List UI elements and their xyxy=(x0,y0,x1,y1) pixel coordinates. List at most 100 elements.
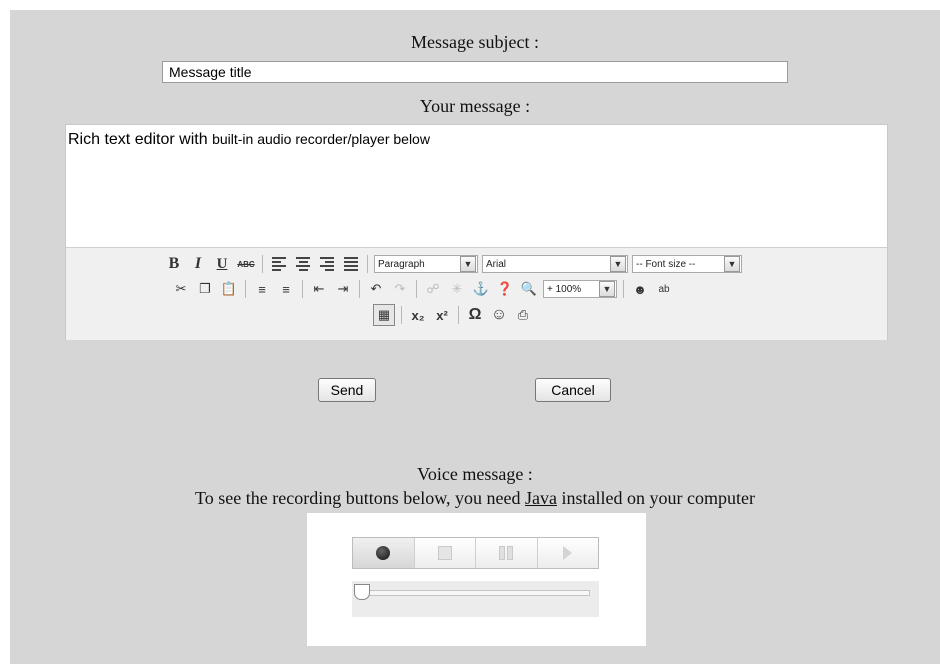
play-icon xyxy=(563,546,573,560)
font-size-select[interactable]: -- Font size -- ▼ xyxy=(632,255,742,273)
toolbar-row-2: ✂ ❐ 📋 ≡ ≡ ⇤ ⇥ ↶ ↷ ☍ ✳ ⚓ ❓ 🔍 + 100% ▼ ☻ a… xyxy=(169,278,676,300)
voice-note-after: installed on your computer xyxy=(557,488,755,508)
spellcheck-button[interactable]: ab xyxy=(654,279,674,299)
voice-java-note: To see the recording buttons below, you … xyxy=(10,488,940,509)
recorder-controls xyxy=(352,537,599,569)
bullet-list-icon: ≡ xyxy=(258,281,266,297)
font-size-select-value: -- Font size -- xyxy=(636,258,696,270)
playback-slider-handle[interactable] xyxy=(354,584,370,600)
zoom-select-value: + 100% xyxy=(547,283,582,295)
align-right-icon xyxy=(320,257,334,271)
link-icon: ☍ xyxy=(426,281,440,296)
voice-message-title: Voice message : xyxy=(417,464,533,484)
voice-note-before: To see the recording buttons below, you … xyxy=(195,488,526,508)
pause-icon xyxy=(499,546,514,560)
editor-text-large: Rich text editor with xyxy=(68,131,213,148)
preview-icon: 🔍 xyxy=(520,281,538,296)
spellcheck-label: ab xyxy=(658,283,670,295)
chevron-down-icon: ▼ xyxy=(610,256,626,272)
playback-track[interactable] xyxy=(360,590,590,596)
unlink-icon: ✳ xyxy=(451,281,463,296)
table-icon: ▦ xyxy=(377,307,391,322)
message-label: Your message : xyxy=(419,96,531,116)
numbered-list-icon: ≡ xyxy=(282,281,290,297)
outdent-button[interactable]: ⇤ xyxy=(309,279,329,299)
align-right-button[interactable] xyxy=(317,254,337,274)
justify-button[interactable] xyxy=(341,254,361,274)
link-button[interactable]: ☍ xyxy=(423,279,443,299)
special-char-button[interactable]: Ω xyxy=(465,305,485,325)
cut-button[interactable]: ✂ xyxy=(171,279,191,299)
stop-button[interactable] xyxy=(414,538,476,568)
numbered-list-button[interactable]: ≡ xyxy=(276,279,296,299)
paste-button[interactable]: 📋 xyxy=(219,279,239,299)
chevron-down-icon: ▼ xyxy=(724,256,740,272)
print-button[interactable]: ⎙ xyxy=(513,305,533,325)
play-button[interactable] xyxy=(537,538,598,568)
paste-icon: 📋 xyxy=(220,281,238,296)
toolbar-separator xyxy=(367,255,368,273)
toolbar-separator xyxy=(245,280,246,298)
toolbar-separator xyxy=(623,280,624,298)
compose-panel: Message subject : Message title Your mes… xyxy=(10,10,940,664)
align-left-button[interactable] xyxy=(269,254,289,274)
indent-icon: ⇥ xyxy=(337,281,349,296)
emotions-button[interactable]: ☻ xyxy=(630,279,650,299)
outdent-icon: ⇤ xyxy=(313,281,325,296)
align-center-button[interactable] xyxy=(293,254,313,274)
indent-button[interactable]: ⇥ xyxy=(333,279,353,299)
java-link[interactable]: Java xyxy=(525,488,557,508)
superscript-button[interactable]: x² xyxy=(432,305,452,325)
anchor-button[interactable]: ⚓ xyxy=(471,279,491,299)
strikethrough-button[interactable]: ABC xyxy=(236,254,256,274)
subject-label: Message subject : xyxy=(411,32,539,52)
cut-icon: ✂ xyxy=(175,281,187,296)
playback-slider-area xyxy=(352,581,599,617)
toolbar-row-3: ▦ x₂ x² Ω ☺ ⎙ xyxy=(371,304,535,326)
editor-toolbar: B I U ABC Paragraph ▼ Arial ▼ -- Font si… xyxy=(66,247,887,340)
undo-button[interactable]: ↶ xyxy=(366,279,386,299)
editor-text-small: built-in audio recorder/player below xyxy=(212,131,430,147)
unlink-button[interactable]: ✳ xyxy=(447,279,467,299)
copy-button[interactable]: ❐ xyxy=(195,279,215,299)
underline-button[interactable]: U xyxy=(212,254,232,274)
justify-icon xyxy=(344,257,358,271)
subscript-button[interactable]: x₂ xyxy=(408,305,428,325)
stop-icon xyxy=(437,546,452,560)
cancel-button[interactable]: Cancel xyxy=(535,378,611,402)
help-button[interactable]: ❓ xyxy=(495,279,515,299)
italic-button[interactable]: I xyxy=(188,254,208,274)
copy-icon: ❐ xyxy=(199,281,211,296)
anchor-icon: ⚓ xyxy=(472,281,490,296)
undo-icon: ↶ xyxy=(370,281,382,296)
preview-button[interactable]: 🔍 xyxy=(519,279,539,299)
editor-content-area[interactable]: Rich text editor with built-in audio rec… xyxy=(66,125,887,247)
audio-recorder xyxy=(307,513,646,646)
table-button[interactable]: ▦ xyxy=(373,304,395,326)
format-select[interactable]: Paragraph ▼ xyxy=(374,255,478,273)
chevron-down-icon: ▼ xyxy=(599,281,615,297)
rich-text-editor: Rich text editor with built-in audio rec… xyxy=(65,124,888,340)
pause-button[interactable] xyxy=(476,538,538,568)
toolbar-separator xyxy=(416,280,417,298)
emotions-icon: ☻ xyxy=(633,281,647,297)
bold-button[interactable]: B xyxy=(164,254,184,274)
bullet-list-button[interactable]: ≡ xyxy=(252,279,272,299)
toolbar-separator xyxy=(401,306,402,324)
toolbar-separator xyxy=(262,255,263,273)
send-button[interactable]: Send xyxy=(318,378,376,402)
font-select[interactable]: Arial ▼ xyxy=(482,255,628,273)
format-select-value: Paragraph xyxy=(378,258,425,270)
subject-input[interactable]: Message title xyxy=(162,61,788,83)
font-select-value: Arial xyxy=(486,258,507,270)
toolbar-separator xyxy=(458,306,459,324)
help-icon: ❓ xyxy=(496,281,514,296)
zoom-select[interactable]: + 100% ▼ xyxy=(543,280,617,298)
print-icon: ⎙ xyxy=(517,307,529,322)
redo-button[interactable]: ↷ xyxy=(390,279,410,299)
record-icon xyxy=(376,546,391,560)
record-button[interactable] xyxy=(353,538,415,568)
toolbar-separator xyxy=(302,280,303,298)
toolbar-separator xyxy=(359,280,360,298)
emoticon-button[interactable]: ☺ xyxy=(489,305,509,325)
